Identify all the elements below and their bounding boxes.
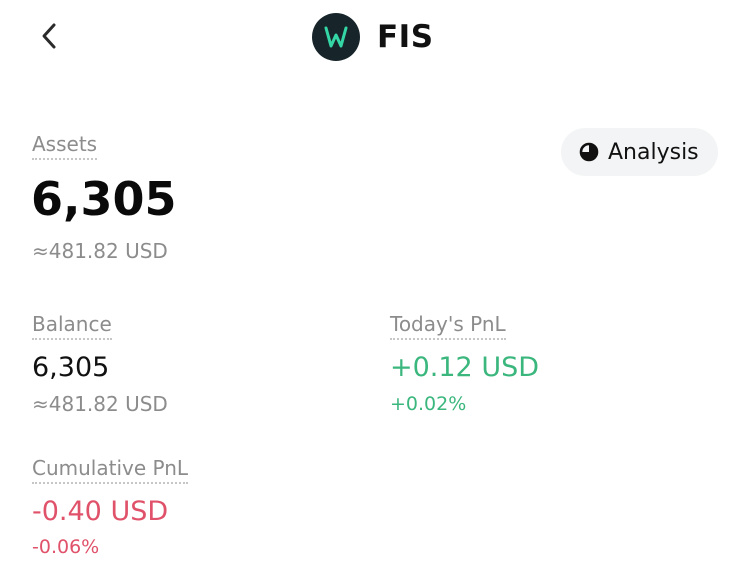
token-name: FIS [377, 19, 434, 55]
cumulative-pnl-percent: -0.06% [32, 536, 100, 558]
assets-usd-value: ≈481.82 USD [32, 239, 168, 263]
pie-chart-icon [579, 142, 599, 162]
cumulative-pnl-label[interactable]: Cumulative PnL [32, 455, 189, 484]
todays-pnl-percent: +0.02% [390, 393, 467, 415]
token-logo-icon [324, 26, 348, 48]
analysis-button[interactable]: Analysis [561, 128, 718, 176]
balance-usd-value: ≈481.82 USD [32, 392, 168, 416]
analysis-label: Analysis [608, 139, 699, 165]
cumulative-pnl-value: -0.40 USD [32, 496, 169, 527]
balance-value: 6,305 [32, 352, 110, 383]
todays-pnl-value: +0.12 USD [390, 352, 540, 383]
assets-value: 6,305 [31, 172, 177, 226]
todays-pnl-label[interactable]: Today's PnL [390, 311, 506, 340]
back-button[interactable] [32, 16, 66, 56]
token-logo [312, 13, 360, 61]
balance-label[interactable]: Balance [32, 311, 112, 340]
token-header: FIS [312, 12, 434, 62]
assets-label[interactable]: Assets [32, 131, 98, 160]
chevron-left-icon [42, 23, 56, 49]
